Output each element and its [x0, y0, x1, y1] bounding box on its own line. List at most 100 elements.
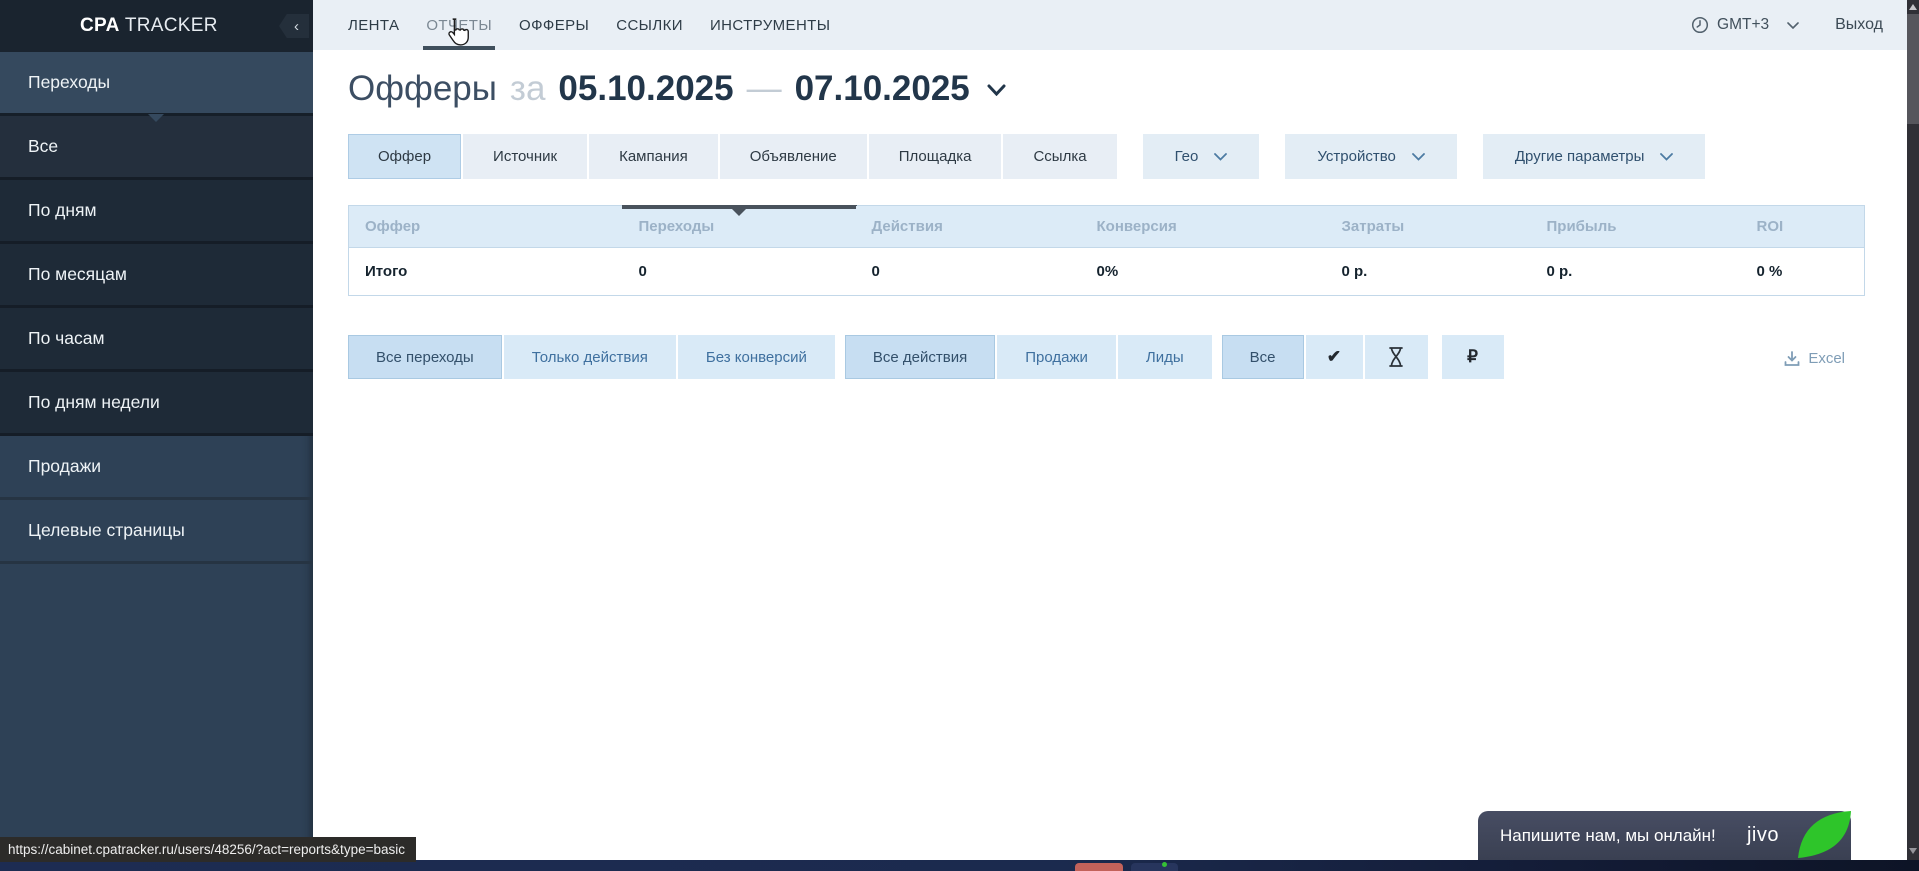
dropdown-geo[interactable]: Гео	[1143, 134, 1260, 179]
taskbar-item-tile[interactable]	[1131, 863, 1178, 871]
status-filter-group: Все ✔	[1222, 335, 1428, 379]
ruble-icon: ₽	[1467, 347, 1478, 367]
sidebar-item-label: По дням недели	[28, 392, 160, 413]
total-konversiya: 0%	[1081, 248, 1326, 296]
scrollbar-thumb[interactable]	[1907, 14, 1919, 124]
hourglass-icon	[1386, 346, 1406, 368]
dropdown-label: Другие параметры	[1515, 148, 1645, 165]
dropdown-label: Устройство	[1317, 148, 1395, 165]
dimension-tabs-row: Оффер Источник Кампания Объявление Площа…	[348, 134, 1705, 179]
tab-ssylka[interactable]: Ссылка	[1003, 134, 1116, 179]
date-from[interactable]: 05.10.2025	[558, 68, 733, 110]
tab-kampaniya[interactable]: Кампания	[589, 134, 718, 179]
chevron-down-icon	[1787, 22, 1799, 29]
filter-pending-button[interactable]	[1365, 335, 1428, 379]
filter-prodazhi[interactable]: Продажи	[997, 335, 1116, 379]
chevron-down-icon	[1660, 153, 1673, 161]
date-to[interactable]: 07.10.2025	[795, 68, 970, 110]
jivo-logo: jivo	[1747, 824, 1779, 847]
nav-right-area: GMT+3 Выход	[1691, 16, 1883, 34]
main-content: Офферы за 05.10.2025 — 07.10.2025 Оффер …	[313, 50, 1907, 860]
nav-item-label: ЛЕНТА	[348, 17, 399, 34]
sidebar-item-prodazhi[interactable]: Продажи	[0, 436, 313, 500]
nav-item-ssylki[interactable]: ССЫЛКИ	[616, 0, 683, 50]
column-header-roi[interactable]: ROI	[1741, 206, 1865, 248]
sidebar-item-label: Все	[28, 136, 58, 157]
nav-item-instrumenty[interactable]: ИНСТРУМЕНТЫ	[710, 0, 831, 50]
timezone-selector[interactable]: GMT+3	[1691, 16, 1799, 34]
filter-label: Без конверсий	[706, 349, 807, 366]
filter-label: Продажи	[1025, 349, 1088, 366]
sidebar-item-po-dnyam[interactable]: По дням	[0, 180, 313, 244]
column-header-deystviya[interactable]: Действия	[856, 206, 1081, 248]
filter-lidy[interactable]: Лиды	[1118, 335, 1212, 379]
sidebar-item-perehody[interactable]: Переходы	[0, 52, 313, 116]
taskbar-item-red[interactable]	[1075, 863, 1123, 871]
logout-link[interactable]: Выход	[1835, 16, 1883, 34]
sidebar-item-po-chasam[interactable]: По часам	[0, 308, 313, 372]
filter-label: Все переходы	[376, 349, 474, 366]
sidebar-item-po-dnyam-nedeli[interactable]: По дням недели	[0, 372, 313, 436]
table-header-row: Оффер Переходы Действия Конверсия Затрат…	[349, 206, 1865, 248]
check-icon: ✔	[1327, 347, 1341, 367]
filter-vse-perehody[interactable]: Все переходы	[348, 335, 502, 379]
sidebar-header: CPA TRACKER ‹	[0, 0, 313, 52]
chat-message: Напишите нам, мы онлайн!	[1500, 826, 1716, 846]
column-header-perehody[interactable]: Переходы	[623, 206, 856, 248]
date-range-chevron-icon[interactable]	[987, 84, 1006, 96]
tab-label: Кампания	[619, 148, 688, 165]
filter-label: Лиды	[1146, 349, 1184, 366]
sidebar-item-label: Переходы	[28, 72, 110, 93]
filter-label: Все действия	[873, 349, 967, 366]
tab-label: Ссылка	[1033, 148, 1086, 165]
date-dash: —	[747, 68, 782, 110]
filter-vse-deystviya[interactable]: Все действия	[845, 335, 995, 379]
tab-ploshchadka[interactable]: Площадка	[869, 134, 1002, 179]
column-header-offer[interactable]: Оффер	[349, 206, 623, 248]
chat-widget[interactable]: Напишите нам, мы онлайн! jivo	[1478, 811, 1851, 860]
report-title: Офферы	[348, 68, 497, 110]
filter-confirmed-button[interactable]: ✔	[1306, 335, 1363, 379]
actions-filter-group: Все действия Продажи Лиды	[845, 335, 1212, 379]
tab-istochnik[interactable]: Источник	[463, 134, 587, 179]
filter-bez-konversiy[interactable]: Без конверсий	[678, 335, 835, 379]
vertical-scrollbar[interactable]	[1907, 0, 1919, 860]
chevron-down-icon	[1214, 153, 1227, 161]
nav-item-label: ССЫЛКИ	[616, 17, 683, 34]
leaf-icon	[1797, 811, 1851, 858]
nav-item-lenta[interactable]: ЛЕНТА	[348, 0, 399, 50]
dropdown-drugie-parametry[interactable]: Другие параметры	[1483, 134, 1706, 179]
filter-currency-button[interactable]: ₽	[1442, 335, 1504, 379]
sidebar-item-label: По дням	[28, 200, 97, 221]
total-deystviya: 0	[856, 248, 1081, 296]
report-preposition: за	[510, 68, 546, 110]
total-label: Итого	[349, 248, 623, 296]
scrollbar-down-arrow-icon[interactable]	[1909, 848, 1917, 854]
column-header-pribyl[interactable]: Прибыль	[1531, 206, 1741, 248]
download-icon	[1784, 351, 1800, 367]
dimension-tabs-group: Оффер Источник Кампания Объявление Площа…	[348, 134, 1117, 179]
nav-item-otchety[interactable]: ОТЧЕТЫ	[426, 0, 492, 50]
nav-item-offery[interactable]: ОФФЕРЫ	[519, 0, 589, 50]
nav-item-label: ИНСТРУМЕНТЫ	[710, 17, 831, 34]
tab-label: Оффер	[378, 148, 431, 165]
status-url: https://cabinet.cpatracker.ru/users/4825…	[8, 842, 405, 857]
app-logo-bold: CPA	[80, 15, 120, 36]
table-total-row: Итого 0 0 0% 0 р. 0 р. 0 %	[349, 248, 1865, 296]
tab-offer[interactable]: Оффер	[348, 134, 461, 179]
filter-tolko-deystviya[interactable]: Только действия	[504, 335, 676, 379]
dropdown-ustroystvo[interactable]: Устройство	[1285, 134, 1456, 179]
column-header-konversiya[interactable]: Конверсия	[1081, 206, 1326, 248]
filter-status-vse[interactable]: Все	[1222, 335, 1304, 379]
excel-export-link[interactable]: Excel	[1784, 350, 1845, 367]
sidebar-item-po-mesyacam[interactable]: По месяцам	[0, 244, 313, 308]
filter-label: Только действия	[532, 349, 648, 366]
filter-label: Все	[1250, 349, 1276, 366]
scrollbar-up-arrow-icon[interactable]	[1909, 4, 1917, 10]
column-header-zatraty[interactable]: Затраты	[1326, 206, 1531, 248]
tab-obyavlenie[interactable]: Объявление	[720, 134, 867, 179]
app-logo: CPA TRACKER	[80, 15, 218, 37]
sidebar-collapse-button[interactable]: ‹	[279, 14, 309, 38]
total-pribyl: 0 р.	[1531, 248, 1741, 296]
sidebar-item-celevye-stranicy[interactable]: Целевые страницы	[0, 500, 313, 564]
